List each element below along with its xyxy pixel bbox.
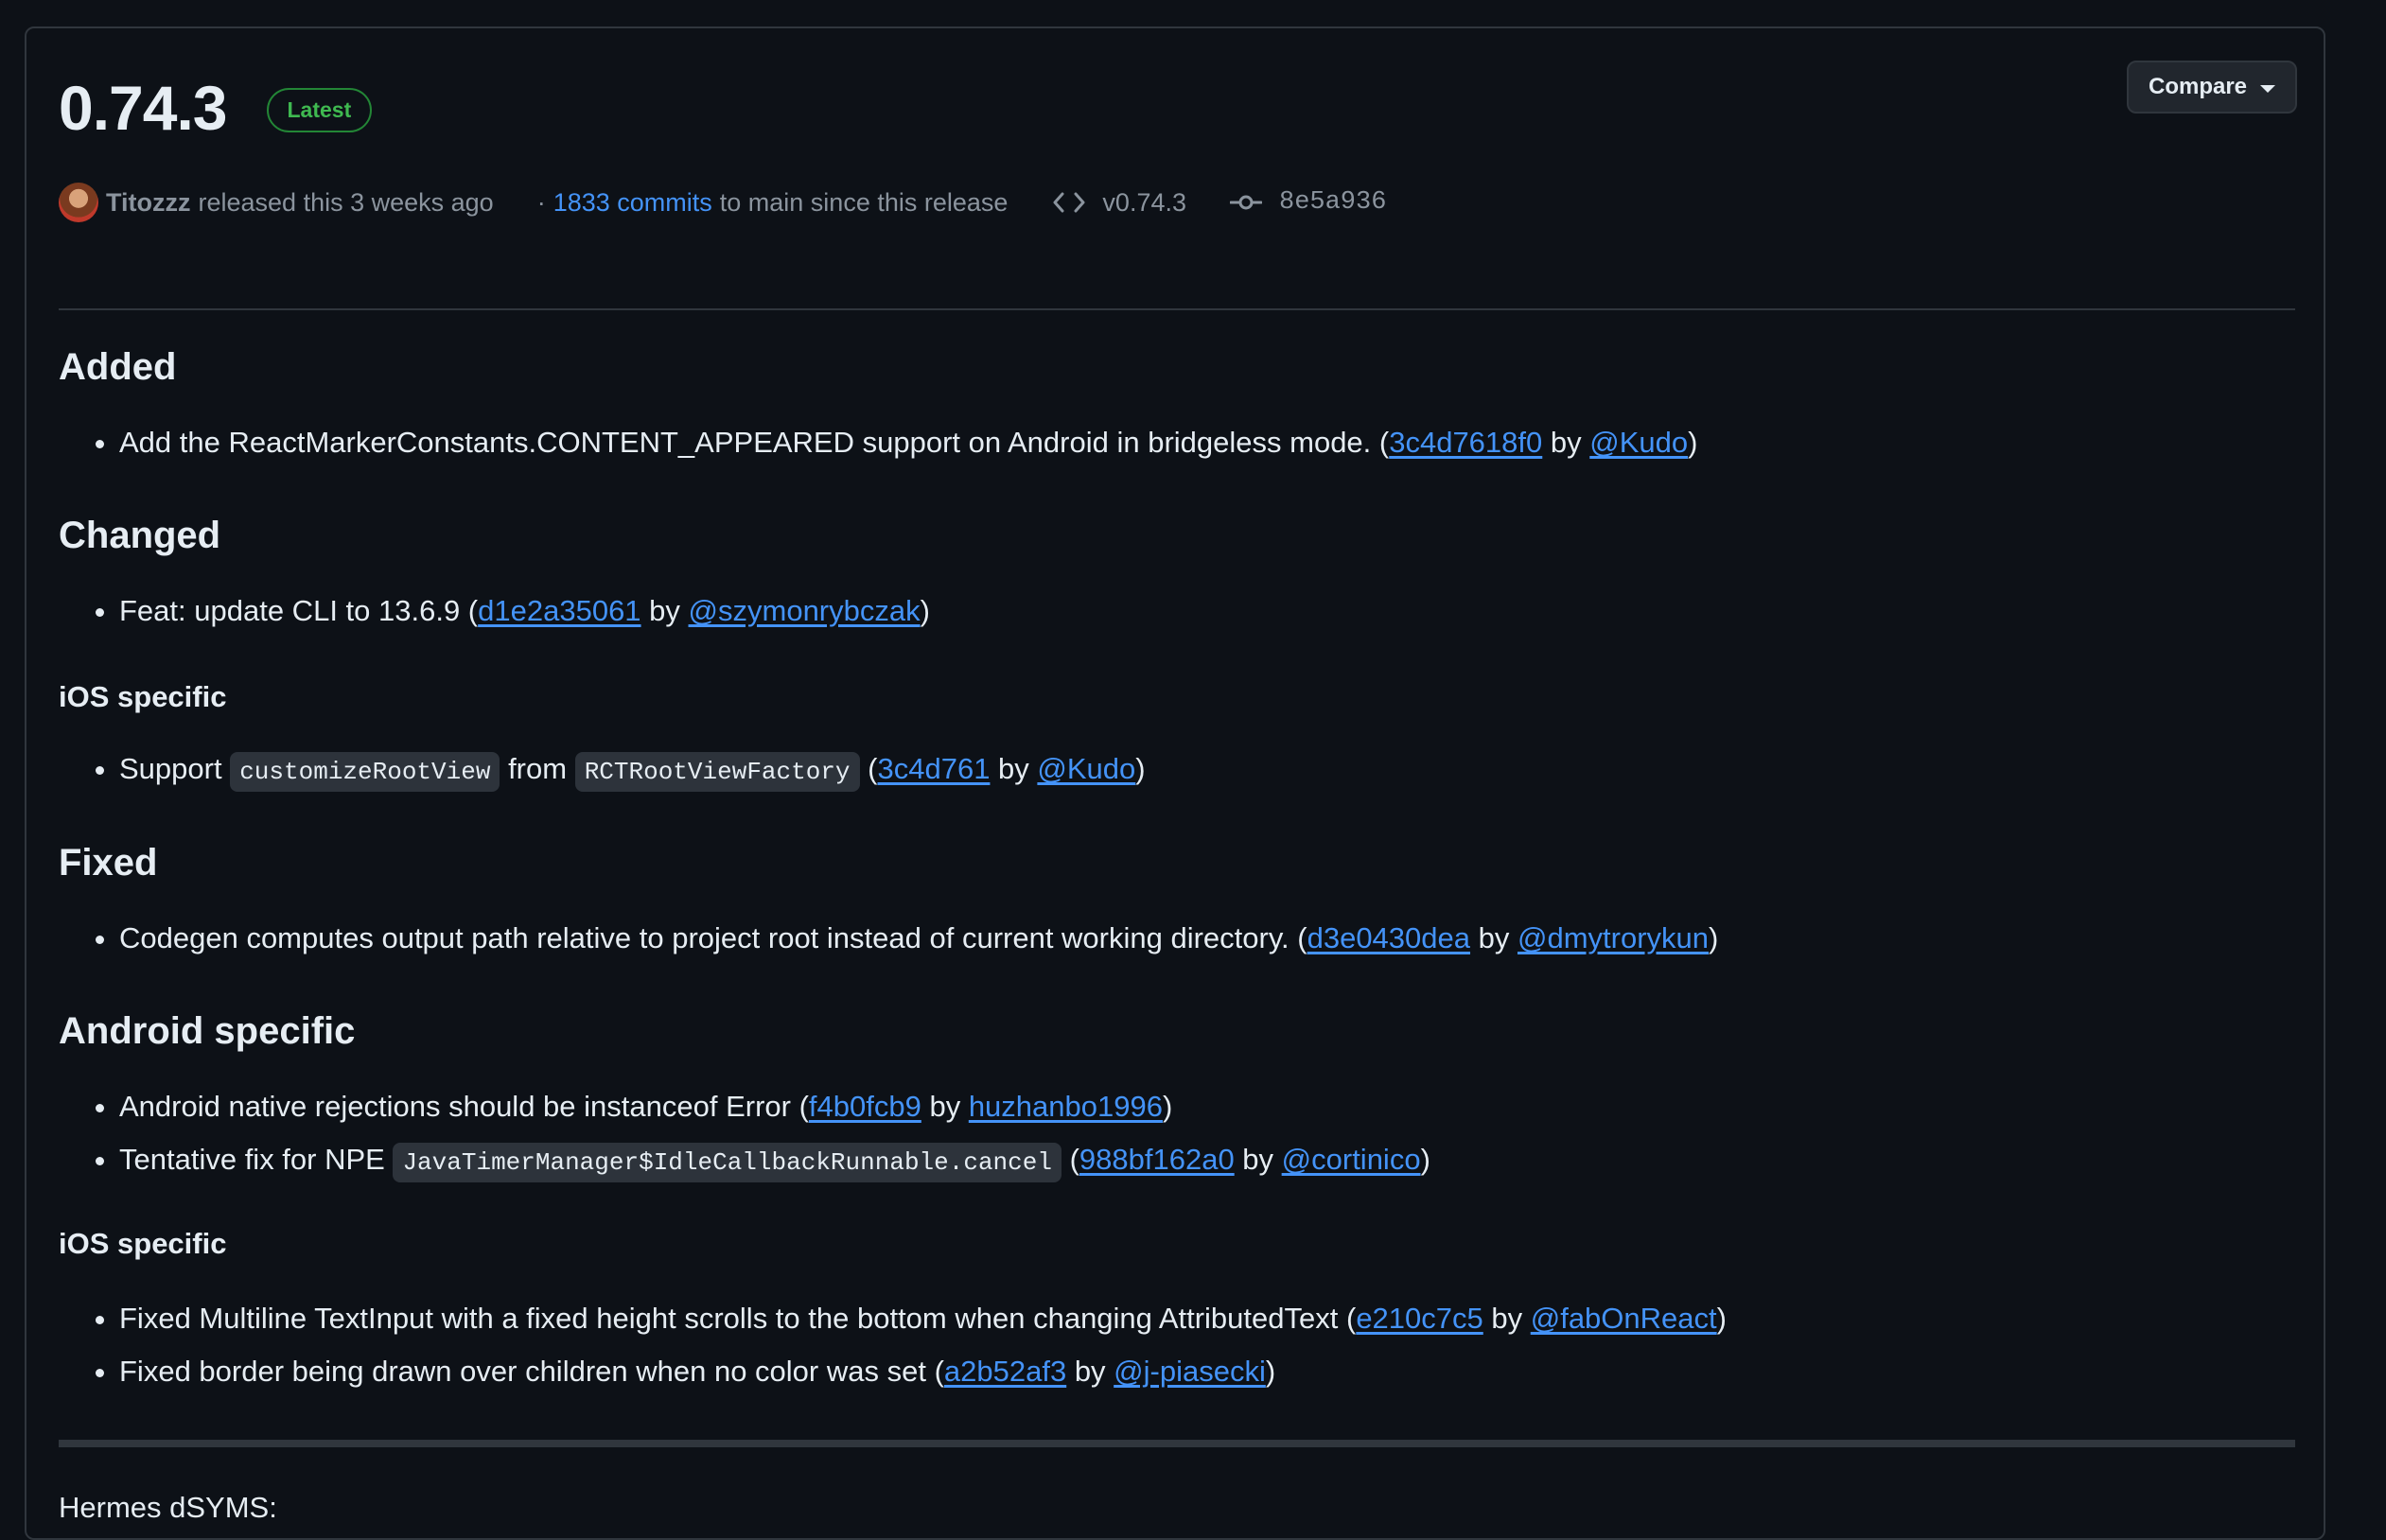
commit-sha-link[interactable]: 8e5a936 [1279, 188, 1386, 217]
fixed-list: Codegen computes output path relative to… [59, 912, 1718, 965]
list-item: Support customizeRootView from RCTRootVi… [119, 743, 1146, 796]
item-by: by [1234, 1143, 1282, 1176]
release-header: 0.74.3 Latest [59, 70, 373, 146]
commit-link[interactable]: e210c7c5 [1356, 1302, 1482, 1335]
user-link[interactable]: huzhanbo1996 [969, 1090, 1163, 1123]
commit-link[interactable]: 3c4d7618f0 [1389, 426, 1542, 459]
list-item: Feat: update CLI to 13.6.9 (d1e2a35061 b… [119, 585, 930, 638]
item-text: Add the ReactMarkerConstants.CONTENT_APP… [119, 426, 1390, 459]
item-text: Fixed border being drawn over children w… [119, 1355, 944, 1388]
hermes-dsyms-label: Hermes dSYMS: [59, 1491, 277, 1524]
item-text: from [500, 752, 575, 785]
released-time: released this 3 weeks ago [198, 187, 494, 217]
item-text: Feat: update CLI to 13.6.9 ( [119, 594, 479, 627]
section-heading-android: Android specific [59, 1010, 356, 1052]
code-snippet: JavaTimerManager$IdleCallbackRunnable.ca… [393, 1143, 1061, 1182]
avatar[interactable] [59, 183, 98, 222]
git-commit-icon [1230, 191, 1262, 214]
item-close: ) [1420, 1143, 1430, 1176]
item-text: Support [119, 752, 231, 785]
item-by: by [1470, 921, 1518, 954]
chevron-down-icon [2260, 85, 2276, 93]
item-open: ( [1061, 1143, 1079, 1176]
list-item: Android native rejections should be inst… [119, 1080, 1430, 1133]
commits-link[interactable]: 1833 commits [553, 188, 712, 218]
commit-link[interactable]: f4b0fcb9 [809, 1090, 921, 1123]
latest-badge: Latest [266, 87, 373, 132]
android-list: Android native rejections should be inst… [59, 1080, 1430, 1186]
release-card: 0.74.3 Latest Compare Titozzz released t… [25, 26, 2325, 1540]
changed-ios-list: Support customizeRootView from RCTRootVi… [59, 743, 1146, 796]
item-by: by [1542, 426, 1590, 459]
section-divider [59, 1440, 2295, 1447]
code-icon [1053, 191, 1085, 214]
list-item: Fixed border being drawn over children w… [119, 1345, 1727, 1398]
user-link[interactable]: @Kudo [1589, 426, 1688, 459]
item-close: ) [1135, 752, 1146, 785]
author-link[interactable]: Titozzz [106, 188, 191, 218]
list-item: Tentative fix for NPE JavaTimerManager$I… [119, 1133, 1430, 1186]
item-text: Tentative fix for NPE [119, 1143, 394, 1176]
code-snippet: customizeRootView [230, 752, 500, 792]
user-link[interactable]: @fabOnReact [1531, 1302, 1717, 1335]
changed-list: Feat: update CLI to 13.6.9 (d1e2a35061 b… [59, 585, 930, 638]
user-link[interactable]: @szymonrybczak [689, 594, 921, 627]
item-close: ) [920, 594, 930, 627]
commits-suffix: to main since this release [719, 187, 1009, 217]
item-close: ) [1688, 426, 1698, 459]
section-heading-fixed: Fixed [59, 842, 158, 884]
item-text: Codegen computes output path relative to… [119, 921, 1307, 954]
commit-link[interactable]: d1e2a35061 [478, 594, 640, 627]
list-item: Add the ReactMarkerConstants.CONTENT_APP… [119, 416, 1697, 469]
release-meta: Titozzz released this 3 weeks ago · 1833… [59, 182, 1386, 223]
list-item: Fixed Multiline TextInput with a fixed h… [119, 1292, 1727, 1345]
user-link[interactable]: @Kudo [1037, 752, 1135, 785]
item-close: ) [1162, 1090, 1173, 1123]
user-link[interactable]: @dmytrorykun [1518, 921, 1709, 954]
commit-link[interactable]: d3e0430dea [1307, 921, 1470, 954]
item-by: by [921, 1090, 969, 1123]
commit-link[interactable]: 3c4d761 [877, 752, 990, 785]
ios-fixed-list: Fixed Multiline TextInput with a fixed h… [59, 1292, 1727, 1398]
added-list: Add the ReactMarkerConstants.CONTENT_APP… [59, 416, 1697, 469]
compare-button-label: Compare [2148, 74, 2248, 99]
commit-link[interactable]: 988bf162a0 [1079, 1143, 1235, 1176]
separator-dot: · [536, 187, 546, 217]
section-heading-changed: Changed [59, 515, 221, 556]
user-link[interactable]: @cortinico [1282, 1143, 1421, 1176]
item-text: Fixed Multiline TextInput with a fixed h… [119, 1302, 1357, 1335]
item-close: ) [1716, 1302, 1727, 1335]
user-link[interactable]: @j-piasecki [1114, 1355, 1266, 1388]
section-heading-added: Added [59, 346, 177, 388]
subsection-heading-ios: iOS specific [59, 680, 227, 713]
compare-button[interactable]: Compare [2127, 61, 2297, 114]
item-open: ( [859, 752, 878, 785]
header-divider [59, 308, 2295, 310]
code-snippet: RCTRootViewFactory [574, 752, 860, 792]
commit-link[interactable]: a2b52af3 [944, 1355, 1066, 1388]
subsection-heading-ios: iOS specific [59, 1227, 227, 1260]
item-by: by [990, 752, 1038, 785]
item-close: ) [1709, 921, 1719, 954]
item-text: Android native rejections should be inst… [119, 1090, 809, 1123]
item-close: ) [1265, 1355, 1276, 1388]
release-version-title[interactable]: 0.74.3 [59, 72, 227, 144]
item-by: by [640, 594, 689, 627]
item-by: by [1482, 1302, 1531, 1335]
list-item: Codegen computes output path relative to… [119, 912, 1718, 965]
item-by: by [1066, 1355, 1114, 1388]
tag-link[interactable]: v0.74.3 [1102, 188, 1186, 218]
